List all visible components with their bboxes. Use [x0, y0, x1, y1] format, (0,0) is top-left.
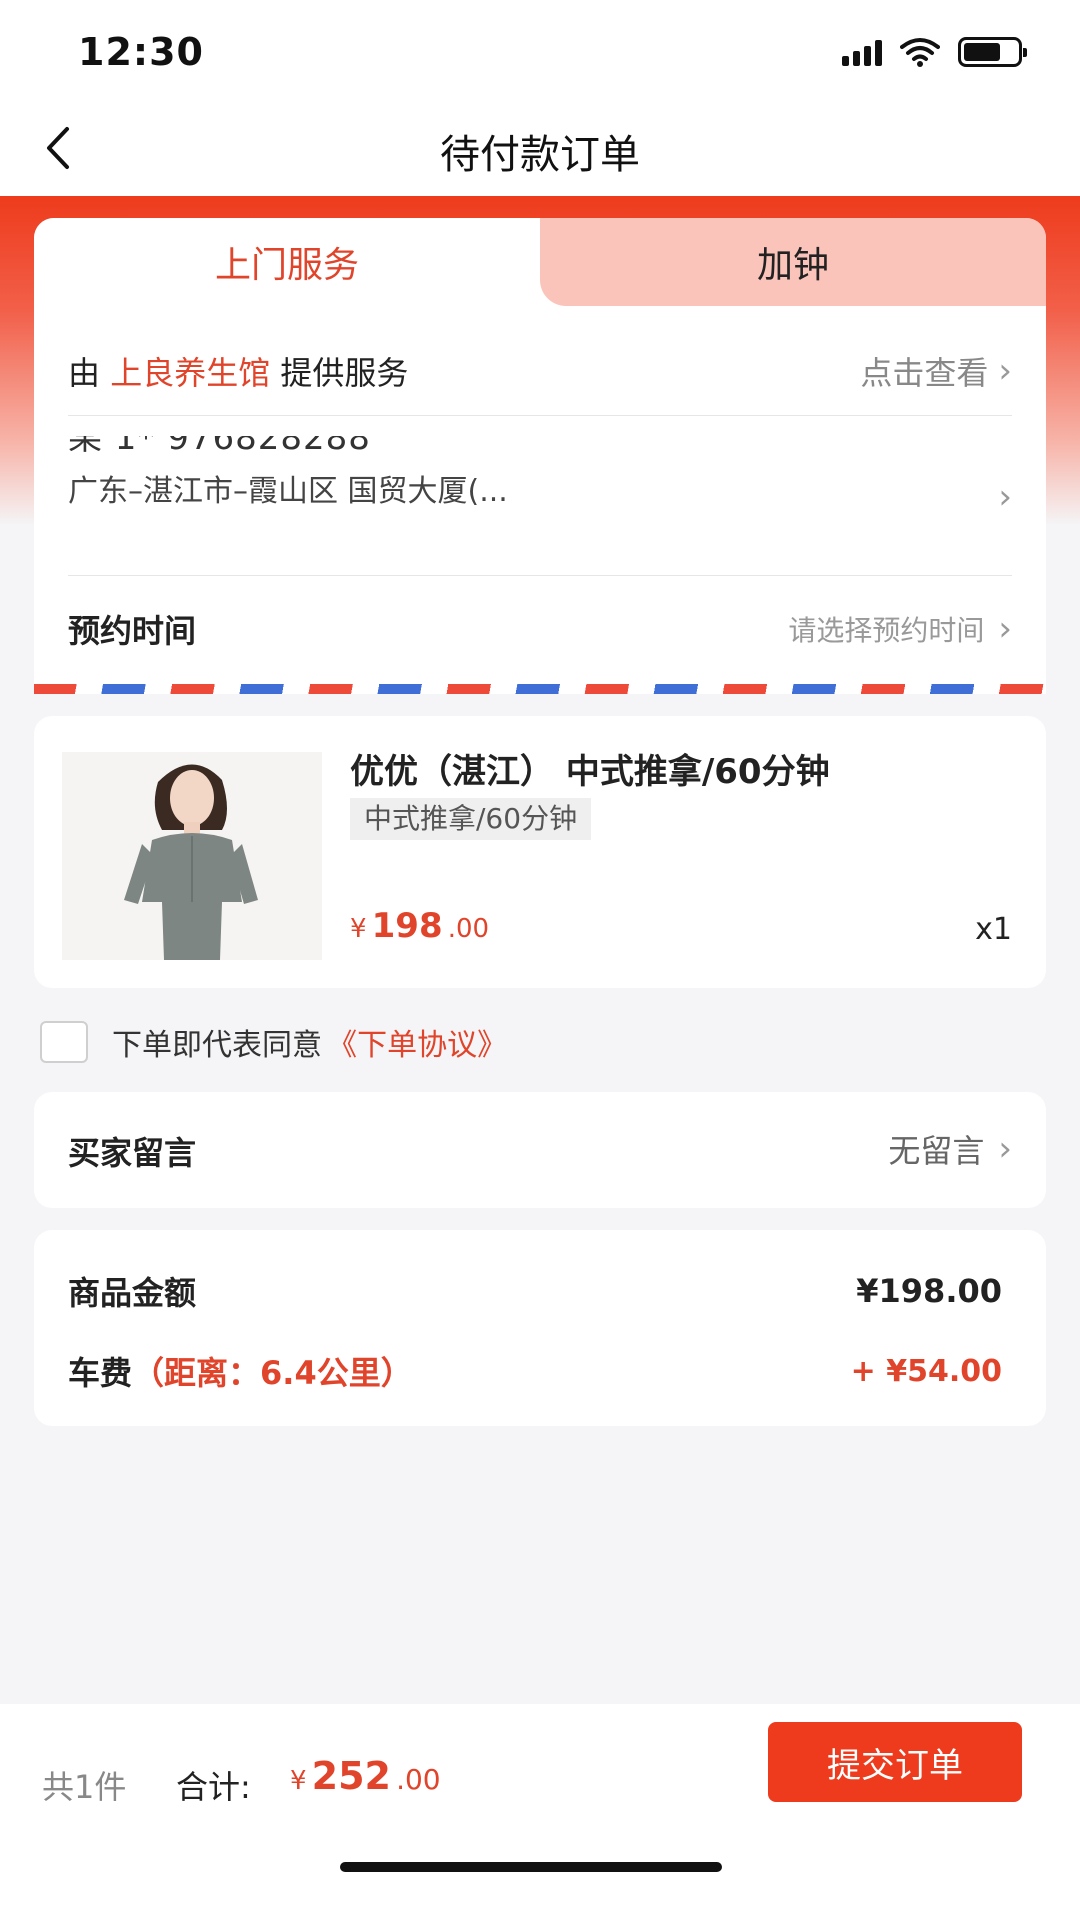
appointment-value: 请选择预约时间 › [788, 609, 1012, 649]
price-symbol: ¥ [350, 914, 367, 944]
provider-suffix: 提供服务 [280, 353, 409, 392]
total-decimal: .00 [396, 1763, 441, 1796]
agreement-text: 下单即代表同意 [112, 1028, 322, 1063]
agreement-row: 下单即代表同意 《下单协议》 [40, 1018, 507, 1066]
travel-distance-hint: （距离：6.4公里） [132, 1354, 413, 1392]
travel-fee-label-wrap: 车费（距离：6.4公里） [68, 1348, 413, 1394]
address-block: 某 1* 976828288 广东–湛江市–霞山区 国贸大厦(... [68, 418, 948, 575]
provider-text: 由 上良养生馆 提供服务 [68, 348, 408, 394]
status-bar: 12:30 [0, 0, 1080, 100]
checkout-bar: 共1件 合计: ¥ 252 .00 提交订单 [0, 1704, 1080, 1920]
goods-amount-label: 商品金额 [68, 1274, 197, 1312]
goods-amount-value: ¥198.00 [856, 1272, 1002, 1310]
total-price: ¥ 252 .00 [290, 1754, 441, 1798]
provider-row: 由 上良养生馆 提供服务 点击查看 › [68, 326, 1012, 416]
tab-extra-time[interactable]: 加钟 [540, 218, 1046, 306]
provider-name: 上良养生馆 [110, 353, 271, 392]
contact-line: 某 1* 976828288 [68, 418, 371, 458]
goods-amount-row: 商品金额 ¥198.00 [68, 1268, 1002, 1314]
product-quantity: x1 [975, 912, 1012, 947]
travel-fee-row: 车费（距离：6.4公里） + ¥54.00 [68, 1348, 1002, 1394]
buyer-message-value-wrap: 无留言 › [888, 1126, 1012, 1172]
battery-icon [958, 37, 1027, 67]
travel-fee-label: 车费 [68, 1354, 133, 1392]
total-integer: 252 [311, 1754, 391, 1798]
nav-bar: 待付款订单 [0, 100, 1080, 196]
tab-bar: 上门服务 加钟 [34, 218, 1046, 306]
submit-order-button[interactable]: 提交订单 [768, 1722, 1022, 1802]
chevron-right-icon: › [998, 350, 1012, 391]
provider-prefix: 由 [68, 353, 101, 392]
status-time: 12:30 [78, 30, 204, 74]
buyer-message-row[interactable]: 买家留言 无留言 › [34, 1092, 1046, 1208]
product-image [62, 752, 322, 960]
product-card: 优优（湛江） 中式推拿/60分钟 中式推拿/60分钟 ¥ 198 .00 x1 [34, 716, 1046, 988]
address-row[interactable]: 某 1* 976828288 广东–湛江市–霞山区 国贸大厦(... › [68, 418, 1012, 576]
appointment-row[interactable]: 预约时间 请选择预约时间 › [68, 576, 1012, 682]
chevron-right-icon: › [998, 609, 1012, 649]
price-decimal: .00 [447, 914, 490, 944]
product-title: 优优（湛江） 中式推拿/60分钟 [350, 752, 830, 792]
view-provider-label: 点击查看 [860, 353, 989, 392]
tab-home-service[interactable]: 上门服务 [34, 218, 540, 306]
chevron-right-icon: › [998, 1129, 1012, 1169]
travel-fee-value: + ¥54.00 [850, 1353, 1002, 1389]
total-symbol: ¥ [290, 1766, 307, 1796]
service-card: 上门服务 加钟 由 上良养生馆 提供服务 点击查看 › 某 1* 9768282… [34, 218, 1046, 694]
buyer-message-label: 买家留言 [68, 1134, 197, 1172]
appointment-placeholder: 请选择预约时间 [788, 614, 985, 647]
appointment-label: 预约时间 [68, 612, 197, 650]
item-count: 共1件 [42, 1768, 127, 1806]
home-indicator [340, 1862, 722, 1872]
total-label: 合计: [176, 1768, 251, 1806]
price-integer: 198 [371, 906, 443, 946]
page-title: 待付款订单 [440, 132, 640, 178]
agreement-checkbox[interactable] [40, 1021, 88, 1063]
cellular-signal-icon [842, 38, 882, 66]
product-spec-tag: 中式推拿/60分钟 [350, 798, 592, 840]
view-provider-link[interactable]: 点击查看 › [860, 348, 1012, 394]
agreement-link[interactable]: 《下单协议》 [327, 1028, 507, 1063]
status-icons [842, 36, 1027, 68]
wifi-icon [900, 38, 940, 67]
amount-card: 商品金额 ¥198.00 车费（距离：6.4公里） + ¥54.00 [34, 1230, 1046, 1426]
product-price: ¥ 198 .00 [350, 906, 489, 946]
buyer-message-value: 无留言 [888, 1132, 985, 1170]
address-line: 广东–湛江市–霞山区 国贸大厦(... [68, 474, 508, 509]
airmail-divider [34, 684, 1046, 694]
chevron-right-icon: › [998, 476, 1012, 517]
